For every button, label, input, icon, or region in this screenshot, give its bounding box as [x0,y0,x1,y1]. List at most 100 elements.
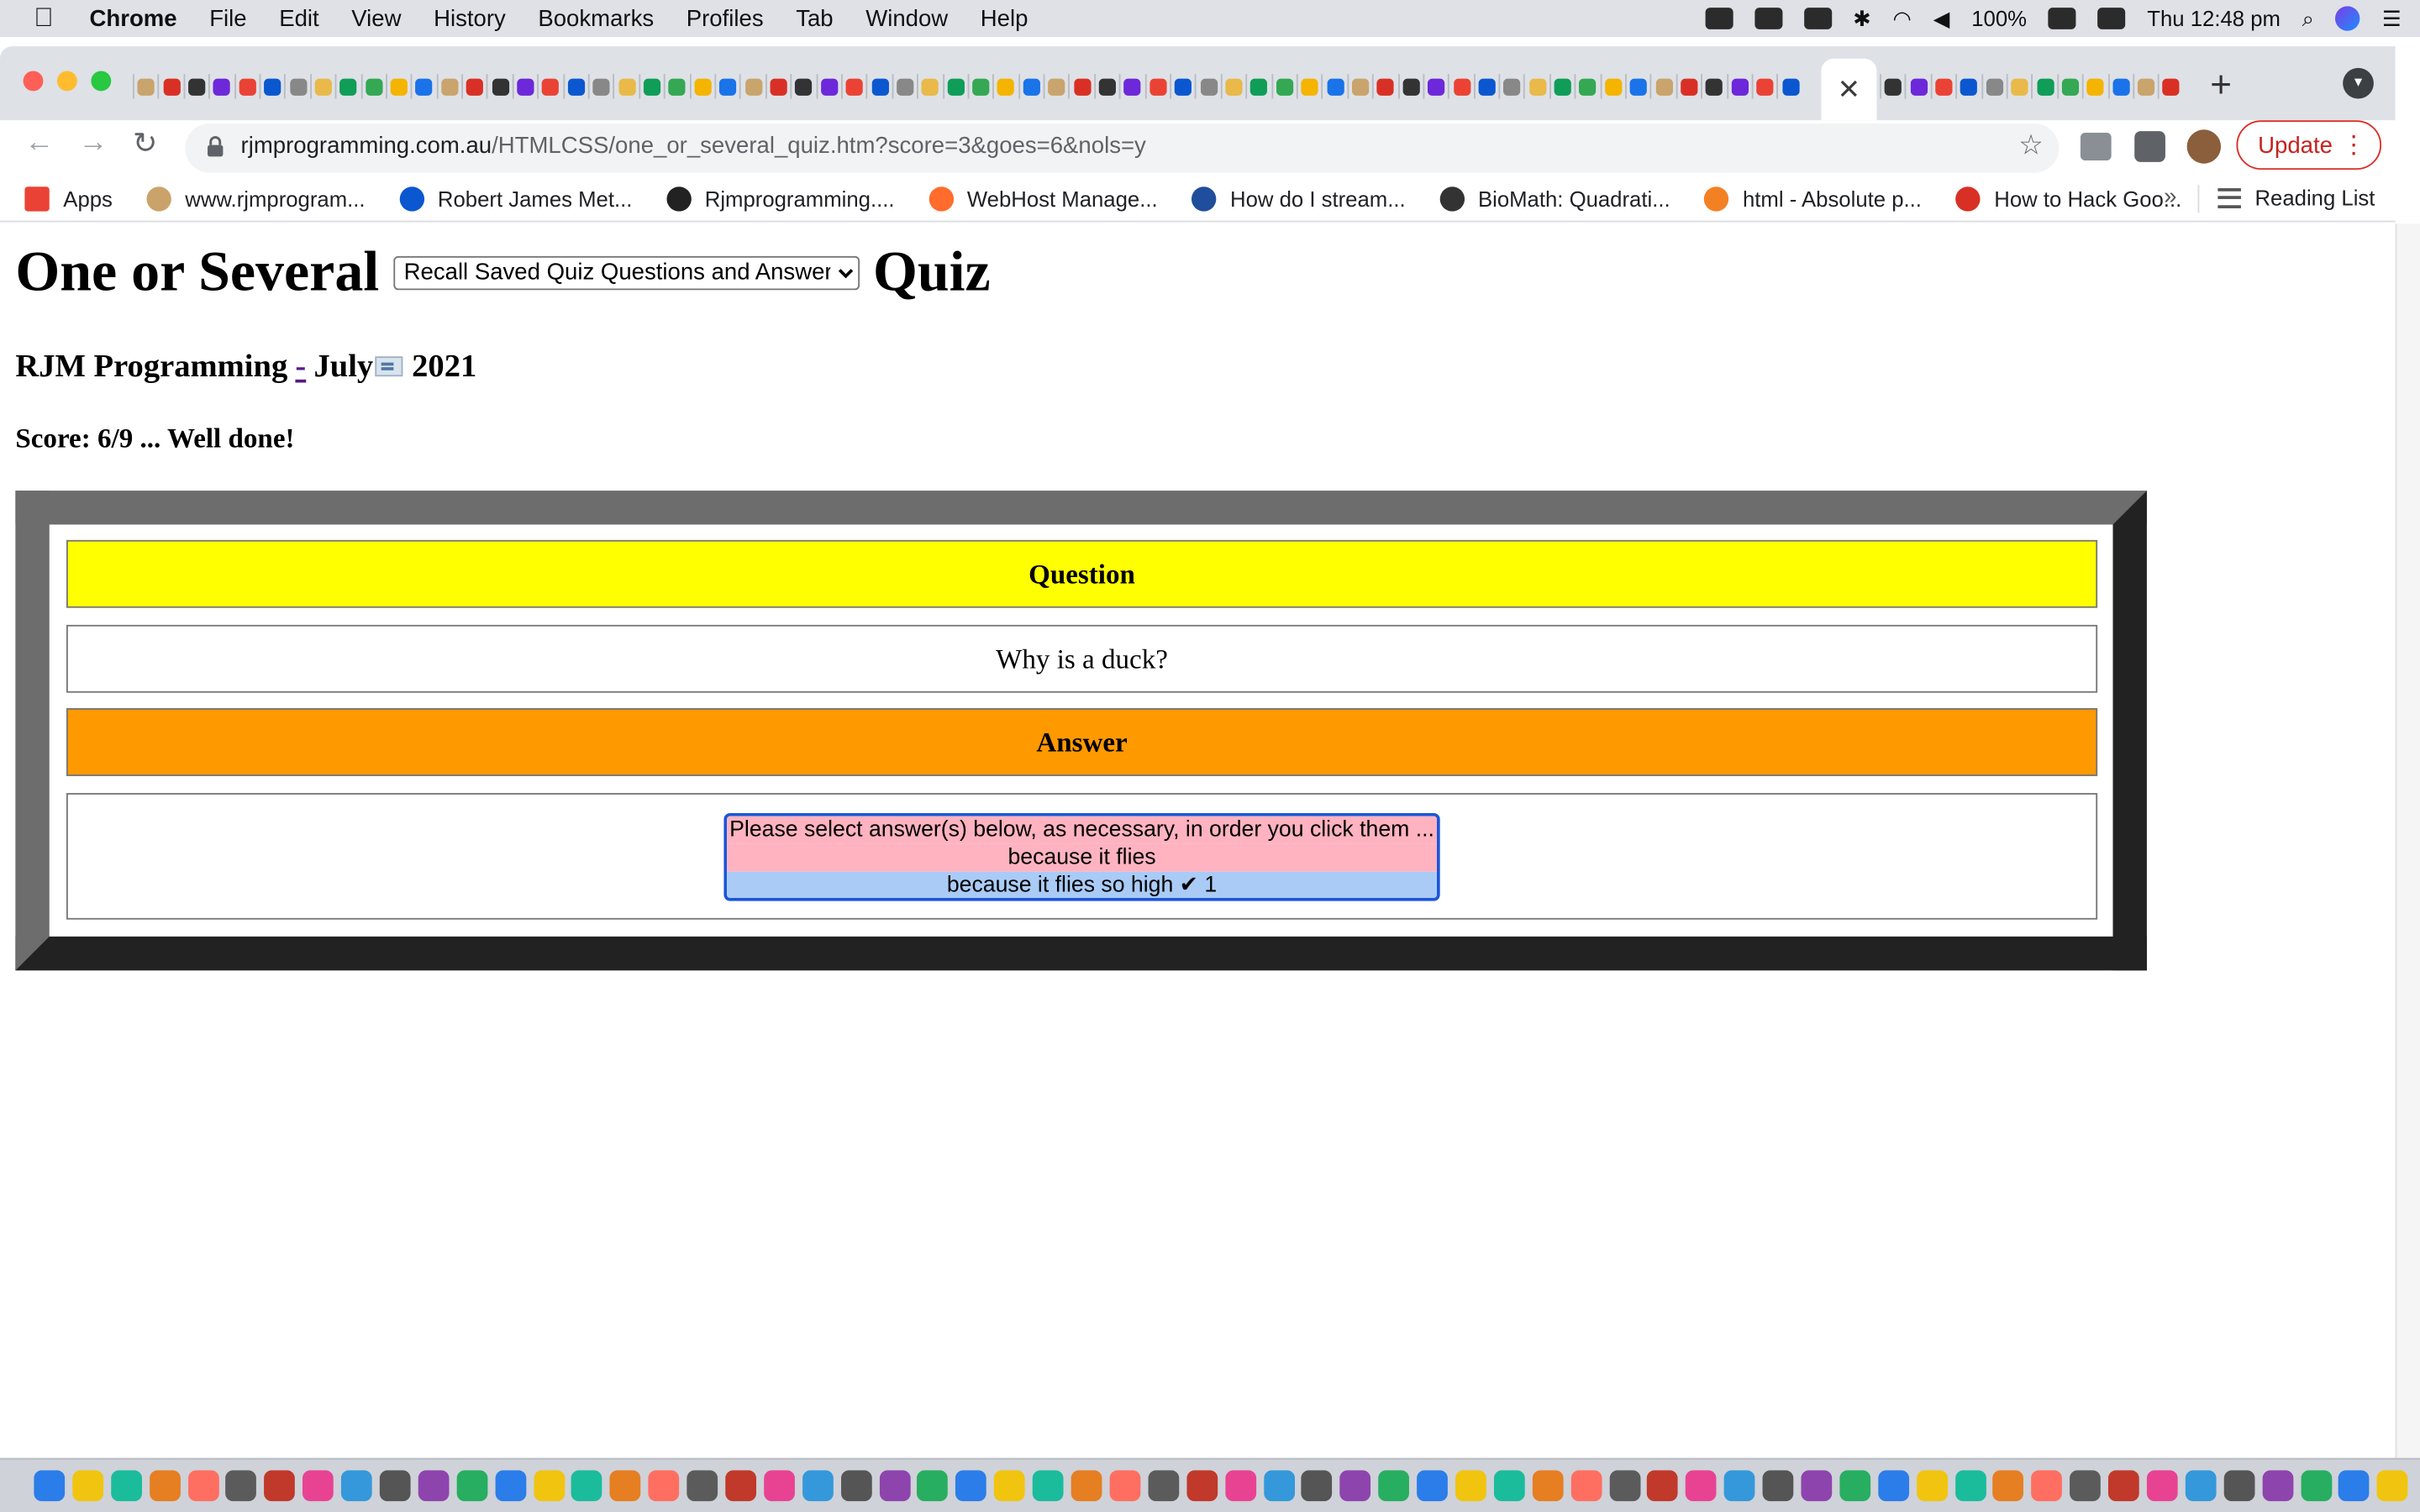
answer-option-flies-so-high[interactable]: because it flies so high ✔ 1 [727,871,1438,898]
bookmark-item[interactable]: html - Absolute p... [1704,186,1922,211]
dock-app-icon[interactable] [456,1470,488,1502]
tab-favicon[interactable] [2107,74,2133,99]
close-tab-icon[interactable]: ✕ [1838,73,1861,106]
tab-favicon[interactable] [2006,74,2032,99]
clock[interactable]: Thu 12:48 pm [2147,6,2281,30]
tab-favicon[interactable] [1473,74,1499,99]
dock-app-icon[interactable] [1339,1470,1371,1502]
dock-app-icon[interactable] [2338,1470,2370,1502]
bookmark-item[interactable]: www.rjmprogram... [146,186,366,211]
bookmark-star-icon[interactable]: ☆ [2018,129,2044,162]
battery-icon[interactable] [2048,8,2076,29]
tab-favicon[interactable] [815,74,841,99]
tab-favicon[interactable] [1776,74,1802,99]
tab-favicon[interactable] [436,74,461,99]
tab-favicon[interactable] [739,74,765,99]
control-center-icon[interactable]: ☰ [2382,5,2402,31]
dock-app-icon[interactable] [1033,1470,1064,1502]
tab-favicon[interactable] [1549,74,1575,99]
dock-app-icon[interactable] [725,1470,757,1502]
bookmark-item[interactable]: Rjmprogramming.... [666,186,895,211]
battery-percent[interactable]: 100% [1971,6,2027,30]
menu-app-name[interactable]: Chrome [90,5,177,31]
zoom-window-button[interactable] [91,71,112,92]
menu-help[interactable]: Help [981,5,1028,31]
forward-icon[interactable]: → [79,127,108,160]
tab-favicon[interactable] [360,74,386,99]
dock-app-icon[interactable] [2108,1470,2139,1502]
tab-favicon[interactable] [1701,74,1726,99]
tab-favicon[interactable] [664,74,689,99]
dock-app-icon[interactable] [110,1470,142,1502]
tab-favicon[interactable] [1448,74,1473,99]
tab-favicon[interactable] [892,74,917,99]
malwarebytes-icon[interactable] [1754,8,1782,29]
answer-prompt-option[interactable]: Please select answer(s) below, as necess… [727,815,1438,844]
new-tab-button[interactable]: + [2210,65,2232,108]
dock-app-icon[interactable] [1302,1470,1333,1502]
dock-app-icon[interactable] [1455,1470,1486,1502]
dock-app-icon[interactable] [840,1470,872,1502]
envelope-icon[interactable] [375,356,403,377]
tab-favicon[interactable] [790,74,816,99]
dock-app-icon[interactable] [418,1470,450,1502]
tab-favicon[interactable] [866,74,892,99]
tab-favicon[interactable] [1625,74,1650,99]
dock-app-icon[interactable] [955,1470,987,1502]
tab-favicon[interactable] [1018,74,1044,99]
back-icon[interactable]: ← [24,127,54,160]
app-status-icon[interactable] [1704,8,1733,29]
tab-favicon[interactable] [386,74,411,99]
dock-app-icon[interactable] [2377,1470,2408,1502]
tab-favicon[interactable] [1574,74,1600,99]
tab-favicon[interactable] [1751,74,1777,99]
dock-app-icon[interactable] [2223,1470,2255,1502]
tab-favicon[interactable] [1043,74,1069,99]
recall-quiz-select[interactable]: Recall Saved Quiz Questions and Answers [392,255,860,290]
active-tab[interactable]: ✕ [1821,58,1877,121]
tab-favicon[interactable] [1930,74,1955,99]
tab-favicon[interactable] [689,74,714,99]
minimize-window-button[interactable] [56,71,77,92]
dock-app-icon[interactable] [225,1470,257,1502]
tab-favicon[interactable] [512,74,538,99]
dock-app-icon[interactable] [34,1470,66,1502]
dock-app-icon[interactable] [495,1470,526,1502]
tab-favicon[interactable] [765,74,791,99]
tab-favicon[interactable] [461,74,487,99]
dock-app-icon[interactable] [1801,1470,1833,1502]
tab-favicon[interactable] [917,74,942,99]
tab-favicon[interactable] [2031,74,2057,99]
close-window-button[interactable] [23,71,44,92]
volume-icon[interactable]: ◀ [1933,5,1950,31]
tab-favicon[interactable] [537,74,563,99]
dock-app-icon[interactable] [1839,1470,1870,1502]
menu-tab[interactable]: Tab [796,5,833,31]
dock-app-icon[interactable] [341,1470,372,1502]
dock-app-icon[interactable] [1532,1470,1564,1502]
tab-favicon[interactable] [942,74,967,99]
tab-favicon[interactable] [234,74,259,99]
wifi-icon[interactable]: ◠ [1893,5,1912,31]
tab-favicon[interactable] [158,74,183,99]
dock-app-icon[interactable] [1877,1470,1909,1502]
dock-app-icon[interactable] [1109,1470,1141,1502]
dock-app-icon[interactable] [379,1470,411,1502]
tab-favicon[interactable] [411,74,436,99]
dock-app-icon[interactable] [1378,1470,1410,1502]
dock-app-icon[interactable] [571,1470,603,1502]
dock-app-icon[interactable] [187,1470,219,1502]
apple-menu-icon[interactable]:  [34,4,58,33]
dock-app-icon[interactable] [1071,1470,1102,1502]
bookmark-item[interactable]: Apps [24,186,113,211]
dock-app-icon[interactable] [72,1470,103,1502]
dock-app-icon[interactable] [1148,1470,1179,1502]
menu-bookmarks[interactable]: Bookmarks [538,5,654,31]
tab-favicon[interactable] [183,74,208,99]
tab-favicon[interactable] [1321,74,1347,99]
more-menu-icon[interactable]: ⋮ [2341,129,2365,160]
bluetooth-icon[interactable]: ✱ [1853,5,1871,31]
tab-favicon[interactable] [613,74,639,99]
dock-app-icon[interactable] [2070,1470,2102,1502]
dock-app-icon[interactable] [1263,1470,1295,1502]
